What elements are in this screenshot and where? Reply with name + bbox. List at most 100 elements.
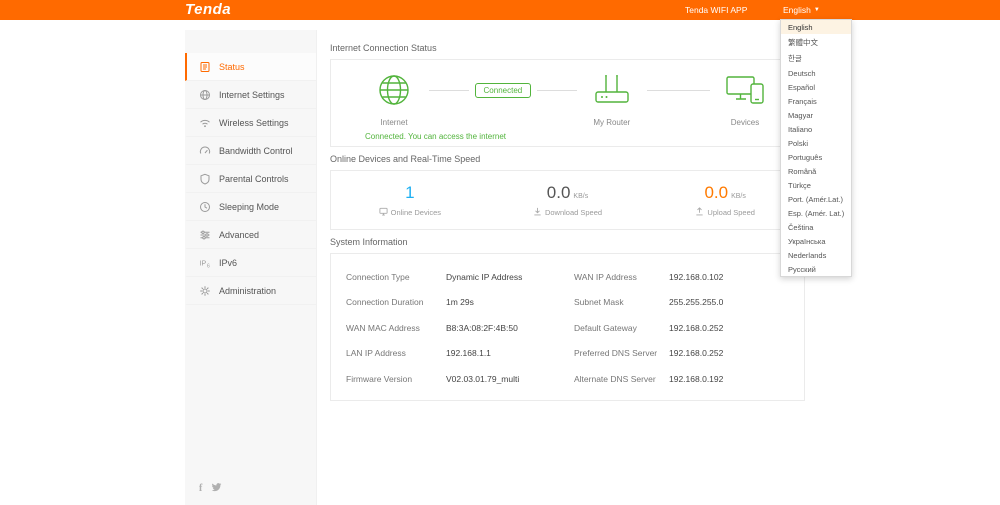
sidebar-item-label: Administration <box>219 285 277 296</box>
info-label: Firmware Version <box>346 373 413 384</box>
internet-node: Internet <box>365 72 423 127</box>
language-selector-label: English <box>783 5 811 15</box>
system-info-title: System Information <box>330 237 408 247</box>
connection-message: Connected. You can access the internet <box>365 132 506 141</box>
language-option[interactable]: Port. (Amér.Lat.) <box>781 192 851 206</box>
system-info-row: WAN MAC Address B8:3A:08:2F:4B:50 Defaul… <box>346 315 789 341</box>
language-option[interactable]: Deutsch <box>781 66 851 80</box>
sidebar-item-wireless-settings[interactable]: Wireless Settings <box>185 109 316 137</box>
system-info-row: Firmware Version V02.03.01.79_multi Alte… <box>346 366 789 392</box>
upload-speed-label: Upload Speed <box>707 207 755 217</box>
sidebar: Status Internet Settings Wireless Settin… <box>185 30 317 505</box>
top-bar: Tenda Tenda WIFI APP English ▼ <box>0 0 1000 20</box>
info-label: Preferred DNS Server <box>574 348 658 359</box>
download-speed-label-row: Download Speed <box>533 207 602 218</box>
info-value: B8:3A:08:2F:4B:50 <box>446 322 518 333</box>
info-label: Subnet Mask <box>574 297 624 308</box>
app-container: Status Internet Settings Wireless Settin… <box>185 20 817 505</box>
language-option[interactable]: Čeština <box>781 220 851 234</box>
sidebar-item-parental-controls[interactable]: Parental Controls <box>185 165 316 193</box>
system-info-row: Connection Duration 1m 29s Subnet Mask 2… <box>346 290 789 316</box>
info-value: V02.03.01.79_multi <box>446 373 520 384</box>
advanced-icon <box>199 229 211 241</box>
administration-icon <box>199 285 211 297</box>
status-icon <box>199 61 211 73</box>
connection-status-title: Internet Connection Status <box>330 43 437 53</box>
language-selector[interactable]: English ▼ <box>783 5 820 15</box>
language-option[interactable]: Italiano <box>781 122 851 136</box>
info-label: Alternate DNS Server <box>574 373 656 384</box>
language-option[interactable]: Español <box>781 80 851 94</box>
monitor-icon <box>379 207 388 218</box>
ipv6-icon: IP 6 <box>199 257 211 269</box>
info-value: 192.168.0.252 <box>669 322 724 333</box>
language-option[interactable]: English <box>781 20 852 34</box>
connector-line <box>537 90 577 91</box>
sidebar-item-label: Sleeping Mode <box>219 201 280 212</box>
sidebar-item-ipv6[interactable]: IP 6 IPv6 <box>185 249 316 277</box>
sidebar-item-label: Status <box>219 61 245 72</box>
social-links: f <box>199 479 222 497</box>
language-option[interactable]: Nederlands <box>781 248 851 262</box>
parental-controls-icon <box>199 173 211 185</box>
system-info-card: Connection Type Dynamic IP Address WAN I… <box>330 253 805 401</box>
system-info-row: LAN IP Address 192.168.1.1 Preferred DNS… <box>346 341 789 367</box>
online-devices-count: 1 <box>405 182 415 202</box>
svg-text:IP: IP <box>200 260 207 267</box>
tenda-logo: Tenda <box>185 1 232 18</box>
info-value: Dynamic IP Address <box>446 271 523 282</box>
sidebar-item-status[interactable]: Status <box>185 53 316 81</box>
sidebar-item-label: Wireless Settings <box>219 117 289 128</box>
bandwidth-control-icon <box>199 145 211 157</box>
globe-icon <box>376 72 412 113</box>
language-option[interactable]: 한글 <box>781 50 851 66</box>
connector-line <box>646 90 711 91</box>
online-devices-label: Online Devices <box>390 207 442 217</box>
info-label: WAN MAC Address <box>346 322 420 333</box>
twitter-icon[interactable] <box>211 479 222 497</box>
sidebar-item-label: Advanced <box>219 229 260 240</box>
info-value: 1m 29s <box>446 297 474 308</box>
language-option[interactable]: Esp. (Amér. Lat.) <box>781 206 851 220</box>
svg-text:6: 6 <box>207 263 210 269</box>
tenda-wifi-app-link[interactable]: Tenda WIFI APP <box>685 5 747 15</box>
system-info-row: Connection Type Dynamic IP Address WAN I… <box>346 264 789 290</box>
info-value: 255.255.255.0 <box>669 297 724 308</box>
devices-node: Devices <box>716 72 774 127</box>
speed-card: 1 Online Devices 0.0KB/s Download Speed <box>330 170 805 230</box>
language-option[interactable]: Русский <box>781 262 851 276</box>
internet-label: Internet <box>380 118 408 127</box>
download-speed-stat: 0.0 KB/s Download Speed <box>489 183 647 218</box>
language-option[interactable]: Українська <box>781 234 851 248</box>
language-option[interactable]: Türkçe <box>781 178 851 192</box>
language-option[interactable]: Magyar <box>781 108 851 122</box>
download-speed-label: Download Speed <box>544 207 603 217</box>
language-option[interactable]: Français <box>781 94 851 108</box>
online-devices-stat: 1 Online Devices <box>331 183 489 218</box>
sidebar-item-bandwidth-control[interactable]: Bandwidth Control <box>185 137 316 165</box>
language-option[interactable]: 繁體中文 <box>781 34 851 50</box>
download-speed-unit: KB/s <box>573 192 589 200</box>
info-value: 192.168.0.192 <box>669 373 724 384</box>
language-option[interactable]: Română <box>781 164 851 178</box>
upload-icon <box>695 206 704 218</box>
sidebar-item-label: Parental Controls <box>219 173 289 184</box>
sidebar-item-internet-settings[interactable]: Internet Settings <box>185 81 316 109</box>
sidebar-item-administration[interactable]: Administration <box>185 277 316 305</box>
connection-status-card: Internet Connected My Router Devices Con… <box>330 59 805 147</box>
devices-icon <box>724 72 766 113</box>
sidebar-item-sleeping-mode[interactable]: Sleeping Mode <box>185 193 316 221</box>
sidebar-item-label: IPv6 <box>219 257 238 268</box>
language-option[interactable]: Polski <box>781 136 851 150</box>
sidebar-item-label: Bandwidth Control <box>219 145 293 156</box>
info-value: 192.168.1.1 <box>446 348 491 359</box>
online-devices-label-row[interactable]: Online Devices <box>379 207 441 218</box>
sidebar-item-label: Internet Settings <box>219 89 285 100</box>
facebook-icon[interactable]: f <box>199 483 202 494</box>
language-option[interactable]: Português <box>781 150 851 164</box>
download-icon <box>533 207 542 218</box>
devices-label: Devices <box>730 118 760 127</box>
router-icon <box>592 72 632 113</box>
sidebar-item-advanced[interactable]: Advanced <box>185 221 316 249</box>
internet-settings-icon <box>199 89 211 101</box>
